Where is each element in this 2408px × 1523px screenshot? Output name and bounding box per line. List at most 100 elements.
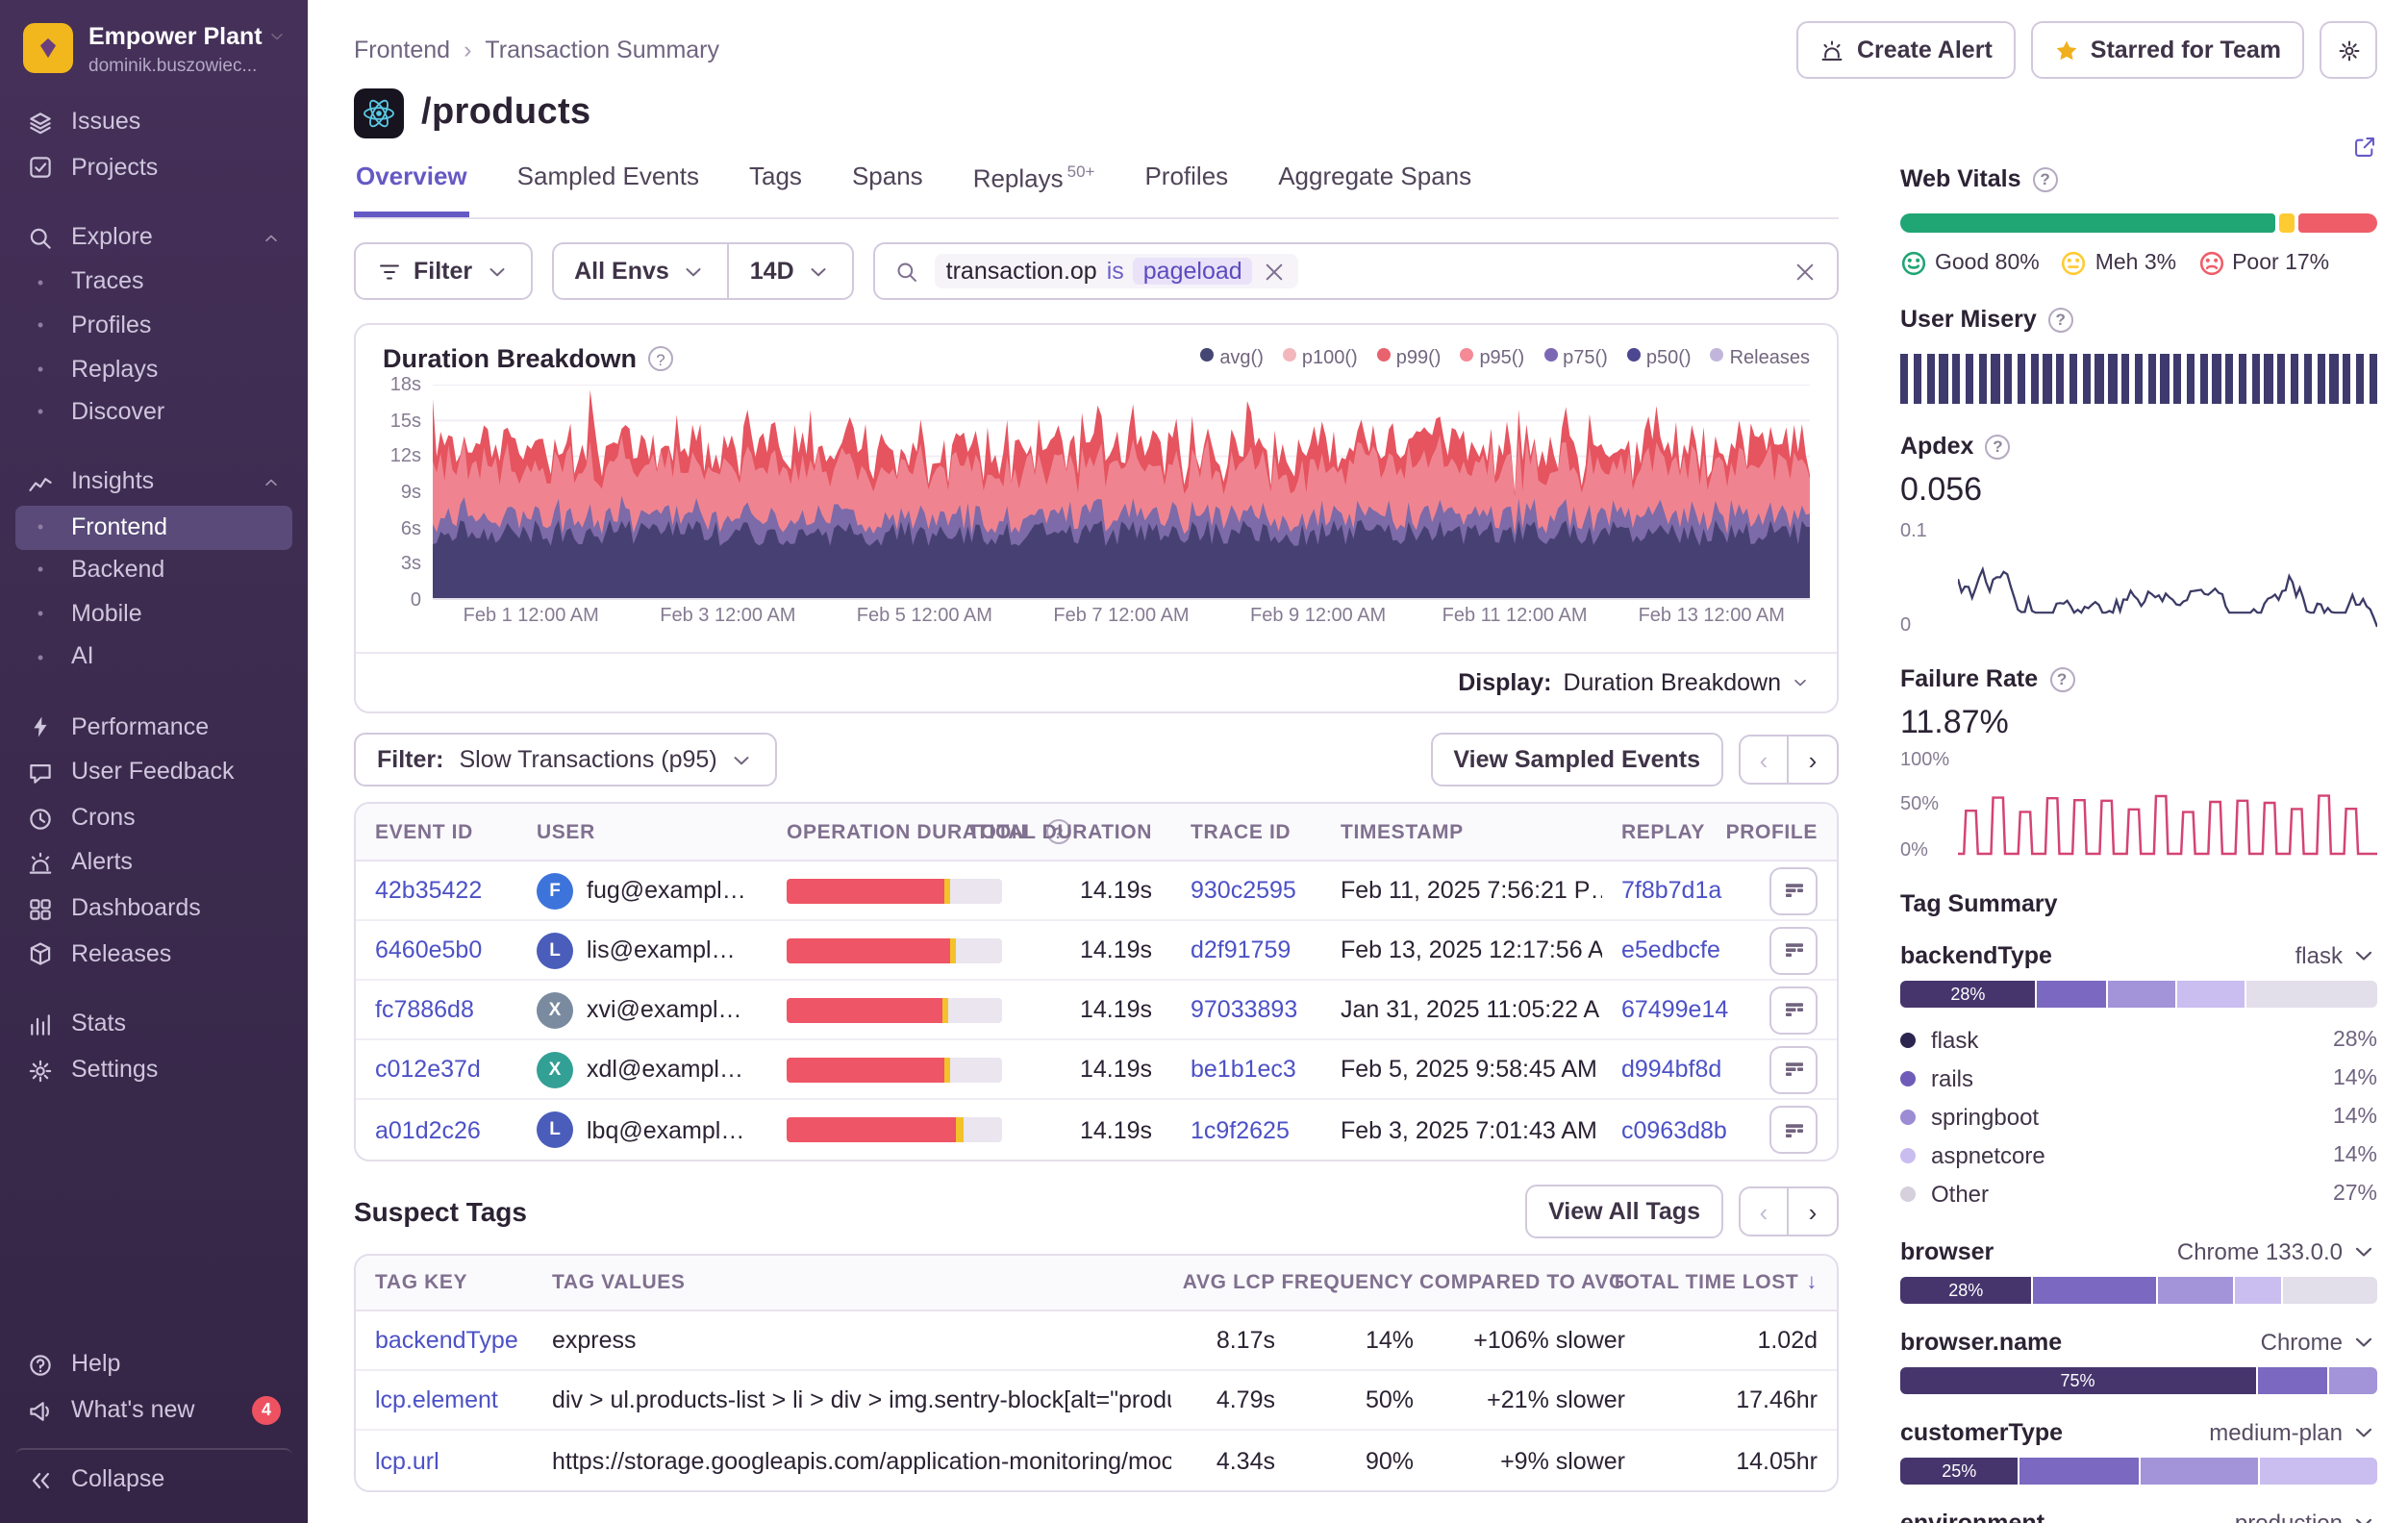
sidebar-item-help[interactable]: Help: [15, 1342, 292, 1387]
tag-key-link[interactable]: lcp.element: [375, 1386, 498, 1413]
tab-profiles[interactable]: Profiles: [1142, 162, 1230, 217]
tag-row[interactable]: lcp.elementdiv > ul.products-list > li >…: [356, 1371, 1837, 1431]
sidebar-item-crons[interactable]: Crons: [15, 796, 292, 841]
sidebar-item-settings[interactable]: Settings: [15, 1048, 292, 1093]
tag-bar-segment[interactable]: [2283, 1277, 2377, 1304]
sidebar-item-backend[interactable]: •Backend: [15, 549, 292, 592]
trace-id-link[interactable]: 930c2595: [1191, 877, 1296, 904]
help-icon[interactable]: ?: [2048, 307, 2073, 332]
profile-button[interactable]: [1769, 986, 1818, 1034]
event-row[interactable]: 6460e5b0Llis@example.com14.19sd2f91759Fe…: [356, 921, 1837, 981]
event-id-link[interactable]: 6460e5b0: [375, 936, 482, 963]
sidebar-item-user-feedback[interactable]: User Feedback: [15, 750, 292, 795]
tag-bar-segment[interactable]: 25%: [1900, 1458, 2019, 1485]
sidebar-item-stats[interactable]: Stats: [15, 1003, 292, 1048]
date-range-select[interactable]: 14D: [729, 242, 854, 300]
sidebar-item-ai[interactable]: •AI: [15, 637, 292, 680]
tag-bar-segment[interactable]: [2177, 981, 2245, 1008]
tag-bar-segment[interactable]: [2235, 1277, 2282, 1304]
sidebar-item-mobile[interactable]: •Mobile: [15, 593, 292, 637]
tag-bar-segment[interactable]: 28%: [1900, 981, 2036, 1008]
prev-page-button[interactable]: ‹: [1739, 1186, 1789, 1236]
help-icon[interactable]: ?: [2049, 666, 2074, 691]
tag-value-select[interactable]: Chrome: [2261, 1329, 2377, 1356]
tag-value-select[interactable]: production: [2235, 1510, 2377, 1523]
event-row[interactable]: c012e37dXxdl@example.co…14.19sbe1b1ec3Fe…: [356, 1040, 1837, 1100]
tag-bar-segment[interactable]: [2020, 1458, 2139, 1485]
event-id-link[interactable]: 42b35422: [375, 877, 482, 904]
org-switcher[interactable]: Empower Plant dominik.buszowiec...: [15, 19, 292, 100]
trace-id-link[interactable]: d2f91759: [1191, 936, 1291, 963]
tab-spans[interactable]: Spans: [850, 162, 925, 217]
tag-bar-segment[interactable]: [2260, 1458, 2378, 1485]
tag-row[interactable]: backendTypeexpress8.17s14%+106% slower1.…: [356, 1311, 1837, 1371]
sidebar-item-alerts[interactable]: Alerts: [15, 841, 292, 886]
create-alert-button[interactable]: Create Alert: [1797, 21, 2016, 79]
transaction-filter-select[interactable]: Filter: Slow Transactions (p95): [354, 733, 777, 786]
profile-button[interactable]: [1769, 926, 1818, 974]
tag-value-select[interactable]: medium-plan: [2209, 1419, 2377, 1446]
sidebar-item-what-s-new[interactable]: What's new4: [15, 1388, 292, 1434]
sidebar-item-explore[interactable]: Explore: [15, 216, 292, 262]
event-row[interactable]: a01d2c26Llbq@example.c…14.19s1c9f2625Feb…: [356, 1100, 1837, 1160]
sidebar-item-collapse[interactable]: Collapse: [15, 1449, 292, 1504]
sidebar-item-frontend[interactable]: •Frontend: [15, 506, 292, 549]
remove-token-icon[interactable]: [1262, 259, 1287, 284]
replay-link[interactable]: 7f8b7d1a: [1621, 877, 1721, 904]
legend-p75[interactable]: p75(): [1543, 348, 1608, 369]
sidebar-item-issues[interactable]: Issues: [15, 100, 292, 145]
sidebar-item-traces[interactable]: •Traces: [15, 262, 292, 305]
sidebar-item-discover[interactable]: •Discover: [15, 392, 292, 436]
prev-page-button[interactable]: ‹: [1739, 735, 1789, 785]
next-page-button[interactable]: ›: [1789, 1186, 1839, 1236]
sidebar-item-insights[interactable]: Insights: [15, 461, 292, 506]
sidebar-item-projects[interactable]: Projects: [15, 145, 292, 190]
sidebar-item-dashboards[interactable]: Dashboards: [15, 886, 292, 932]
replay-link[interactable]: d994bf8d: [1621, 1056, 1721, 1083]
event-id-link[interactable]: c012e37d: [375, 1056, 481, 1083]
legend-p50[interactable]: p50(): [1627, 348, 1692, 369]
event-id-link[interactable]: fc7886d8: [375, 996, 474, 1023]
legend-p95[interactable]: p95(): [1460, 348, 1524, 369]
tag-bar-segment[interactable]: [2034, 1277, 2156, 1304]
sidebar-item-profiles[interactable]: •Profiles: [15, 305, 292, 348]
replay-link[interactable]: e5edbcfe: [1621, 936, 1720, 963]
tab-aggregate-spans[interactable]: Aggregate Spans: [1276, 162, 1473, 217]
view-sampled-events-button[interactable]: View Sampled Events: [1430, 733, 1723, 786]
tag-row[interactable]: lcp.urlhttps://storage.googleapis.com/ap…: [356, 1431, 1837, 1490]
sidebar-item-performance[interactable]: Performance: [15, 705, 292, 750]
breadcrumb-frontend[interactable]: Frontend: [354, 37, 450, 63]
tag-value-select[interactable]: flask: [2295, 942, 2377, 969]
event-id-link[interactable]: a01d2c26: [375, 1116, 481, 1143]
filter-button[interactable]: Filter: [354, 242, 532, 300]
starred-for-team-button[interactable]: Starred for Team: [2031, 21, 2304, 79]
tab-replays[interactable]: Replays50+: [971, 162, 1097, 217]
tag-bar-segment[interactable]: [2140, 1458, 2258, 1485]
sidebar-item-replays[interactable]: •Replays: [15, 348, 292, 391]
view-all-tags-button[interactable]: View All Tags: [1525, 1185, 1723, 1238]
tag-key-link[interactable]: backendType: [375, 1327, 518, 1354]
legend-avg[interactable]: avg(): [1200, 348, 1264, 369]
display-select[interactable]: Duration Breakdown: [1563, 669, 1810, 696]
trace-id-link[interactable]: 97033893: [1191, 996, 1297, 1023]
profile-button[interactable]: [1769, 1106, 1818, 1154]
help-icon[interactable]: ?: [2033, 166, 2058, 191]
column-total-time-lost[interactable]: TOTAL TIME LOST↓: [1644, 1256, 1837, 1310]
replay-link[interactable]: c0963d8b: [1621, 1116, 1727, 1143]
tag-bar-segment[interactable]: [2158, 1277, 2233, 1304]
clear-search-icon[interactable]: [1793, 259, 1818, 284]
event-row[interactable]: 42b35422Ffug@example.c…14.19s930c2595Feb…: [356, 861, 1837, 921]
search-input[interactable]: transaction.op is pageload: [873, 242, 1839, 300]
replay-link[interactable]: 67499e14: [1621, 996, 1728, 1023]
search-token[interactable]: transaction.op is pageload: [935, 254, 1298, 288]
tag-key-link[interactable]: lcp.url: [375, 1447, 439, 1474]
trace-id-link[interactable]: 1c9f2625: [1191, 1116, 1290, 1143]
help-icon[interactable]: ?: [648, 346, 673, 371]
tag-bar-segment[interactable]: [2330, 1367, 2377, 1394]
next-page-button[interactable]: ›: [1789, 735, 1839, 785]
open-in-new-icon[interactable]: [2352, 131, 2377, 162]
tag-bar-segment[interactable]: 75%: [1900, 1367, 2255, 1394]
legend-p100[interactable]: p100(): [1283, 348, 1358, 369]
tag-bar-segment[interactable]: [2257, 1367, 2328, 1394]
chart-plot[interactable]: Feb 1 12:00 AMFeb 3 12:00 AMFeb 5 12:00 …: [433, 385, 1810, 640]
